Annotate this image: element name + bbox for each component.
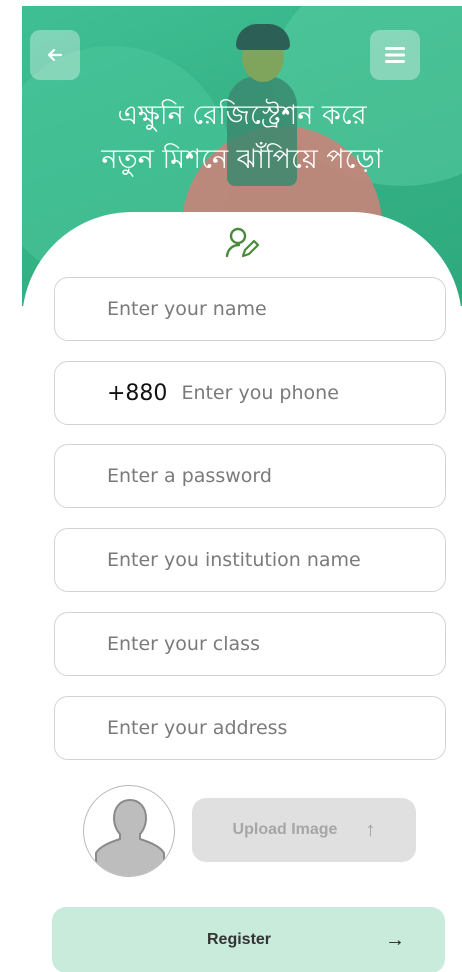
phone-country-code: +880: [107, 380, 168, 406]
arrow-left-icon: [47, 48, 63, 62]
user-edit-icon: [225, 227, 260, 258]
address-input[interactable]: [107, 717, 445, 739]
institution-input[interactable]: [107, 549, 445, 571]
name-field[interactable]: [54, 277, 446, 341]
upload-image-label: Upload Image: [232, 821, 338, 838]
phone-field[interactable]: +880: [54, 361, 446, 425]
register-label: Register: [207, 931, 272, 948]
menu-button[interactable]: [370, 30, 420, 80]
avatar[interactable]: [83, 785, 175, 877]
register-button[interactable]: Register →: [52, 907, 445, 972]
phone-input[interactable]: [181, 382, 445, 404]
headline-line-1: এক্ষুনি রেজিস্ট্রেশন করে: [117, 100, 367, 131]
illustration-person-hair: [236, 24, 290, 50]
institution-field[interactable]: [54, 528, 446, 592]
headline-line-2: নতুন মিশনে ঝাঁপিয়ে পড়ো: [101, 144, 383, 175]
avatar-placeholder-icon: [95, 798, 165, 876]
upload-image-button[interactable]: Upload Image ↑: [192, 798, 416, 862]
password-field[interactable]: [54, 444, 446, 508]
back-button[interactable]: [30, 30, 80, 80]
address-field[interactable]: [54, 696, 446, 760]
password-input[interactable]: [107, 465, 445, 487]
class-input[interactable]: [107, 633, 445, 655]
page-title: এক্ষুনি রেজিস্ট্রেশন করে নতুন মিশনে ঝাঁপ…: [22, 94, 462, 182]
arrow-right-icon: →: [385, 928, 405, 951]
name-input[interactable]: [107, 298, 445, 320]
class-field[interactable]: [54, 612, 446, 676]
hamburger-menu-icon: [385, 47, 405, 63]
arrow-up-icon: ↑: [365, 818, 376, 841]
